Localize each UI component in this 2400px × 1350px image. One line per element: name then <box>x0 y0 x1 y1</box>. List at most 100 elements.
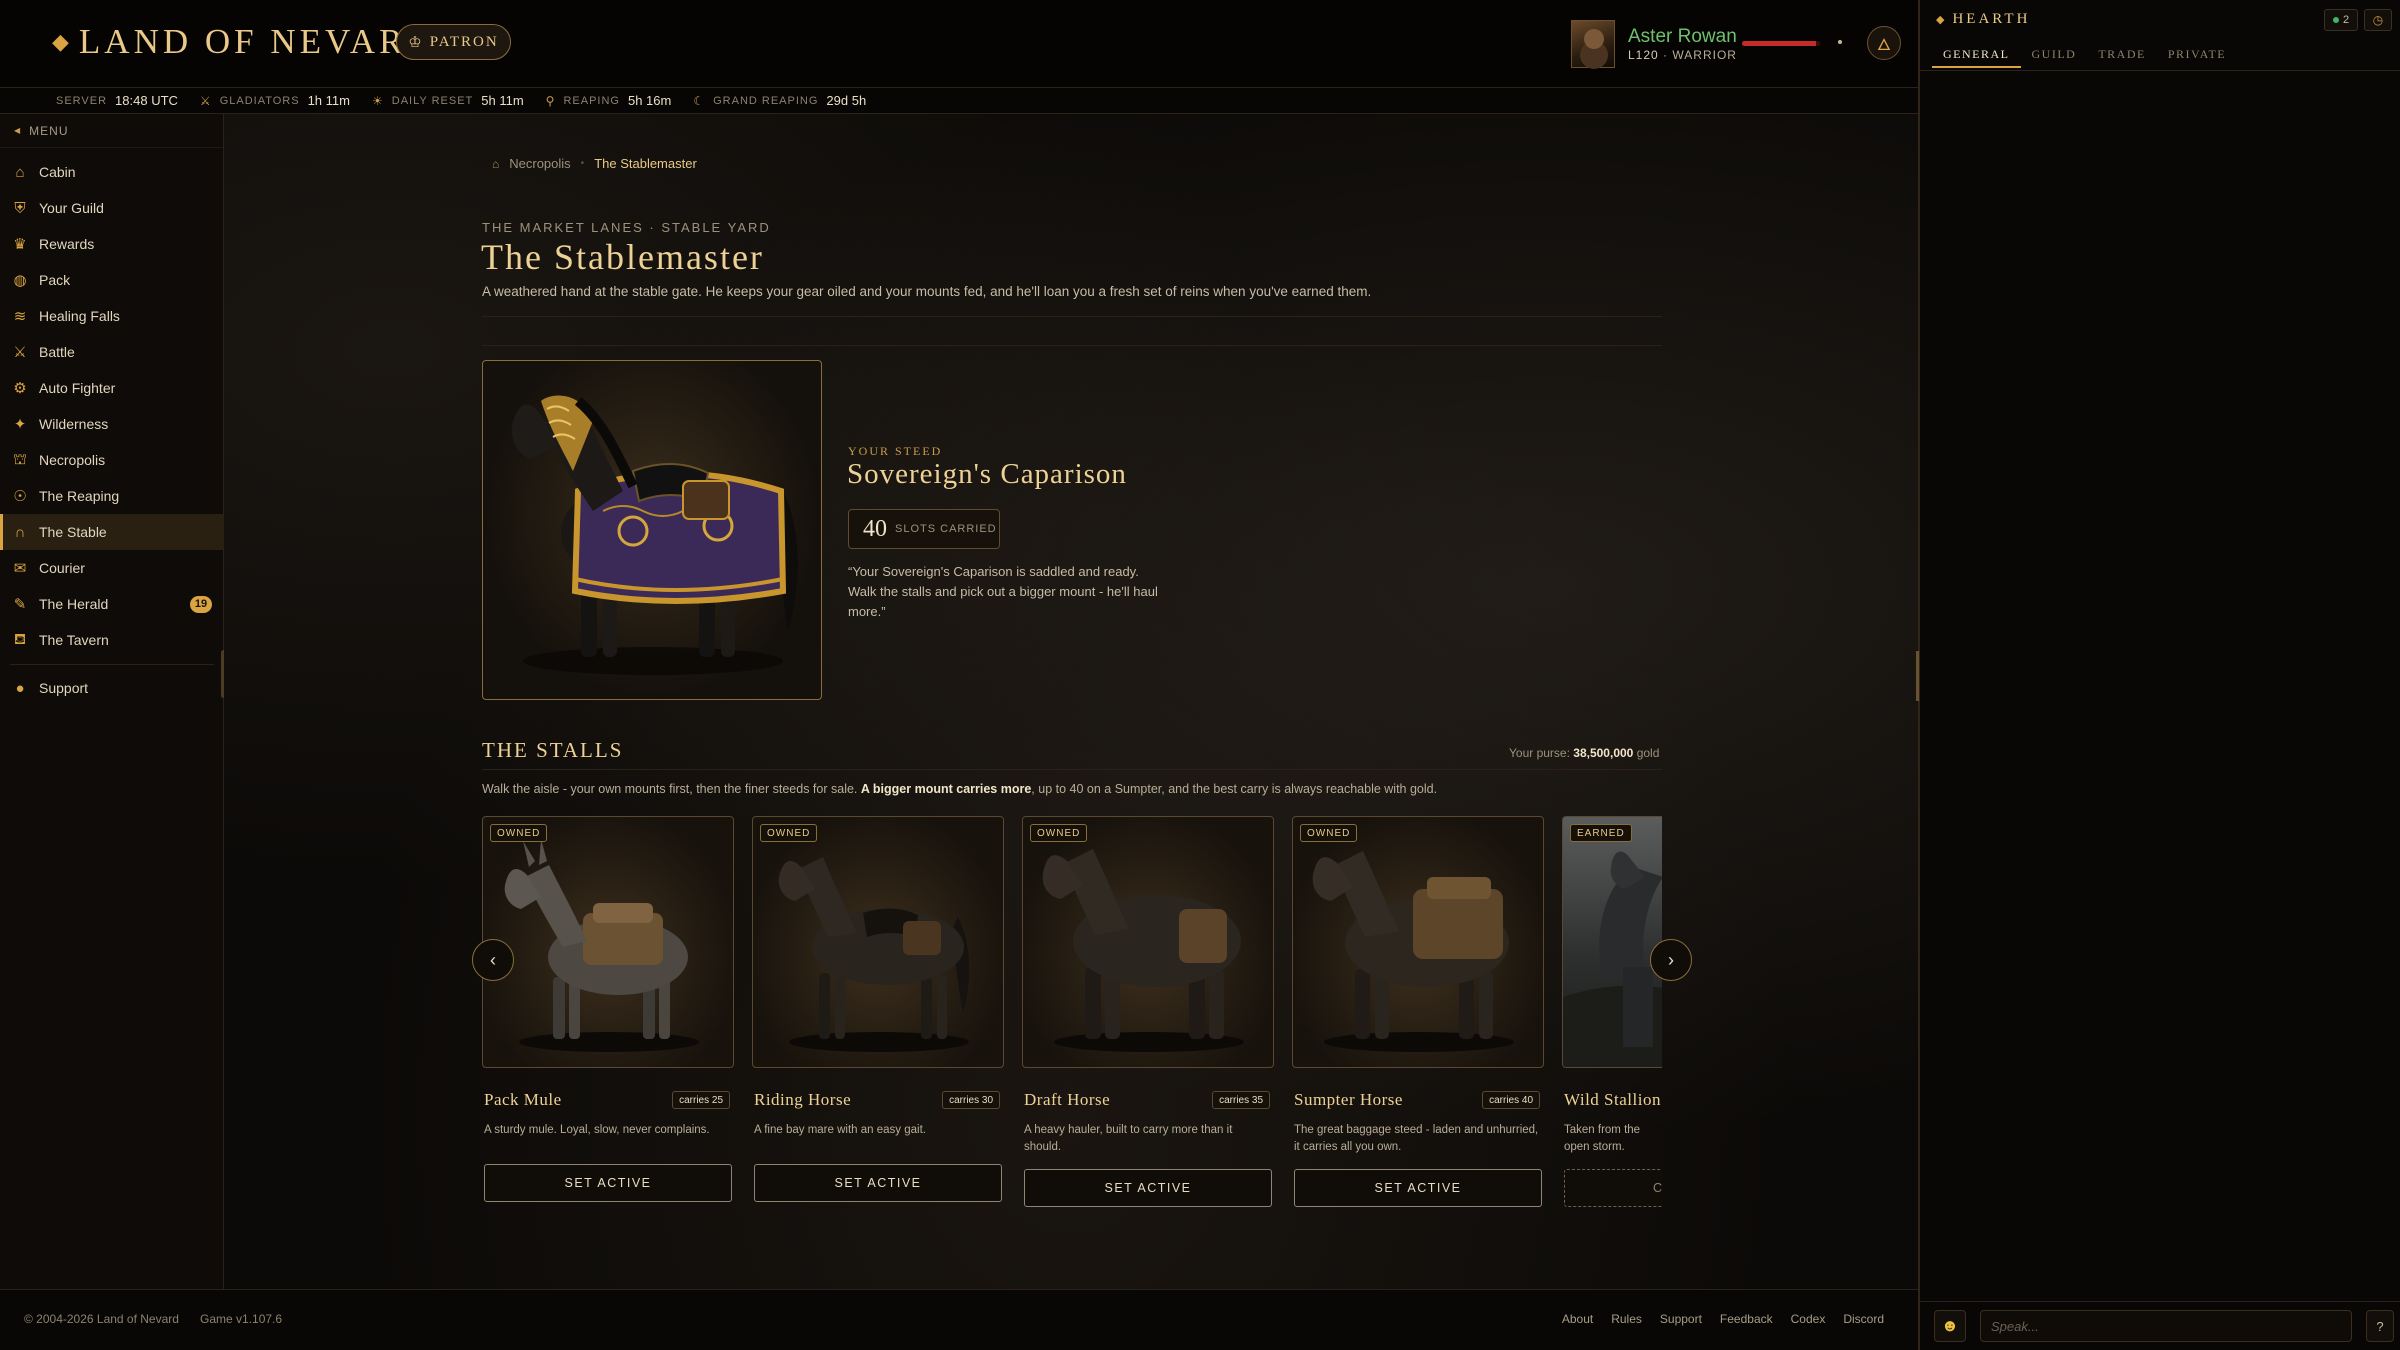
footer-link-support[interactable]: Support <box>1660 1312 1702 1326</box>
online-count-pill[interactable]: 2 <box>2324 9 2358 31</box>
player-class: WARRIOR <box>1672 48 1737 62</box>
stall-carry-badge: carries 30 <box>942 1091 1000 1109</box>
wild-stallion-image <box>1563 851 1662 1067</box>
tab-trade[interactable]: TRADE <box>2087 42 2157 68</box>
timer-grand-reaping: ☾ GRAND REAPING 29d 5h <box>693 93 866 108</box>
stall-card: EARNED Wild Stallion Taken from the open… <box>1562 814 1662 1214</box>
timer-value: 1h 11m <box>307 93 350 108</box>
sumpter-horse-image <box>1312 851 1514 1052</box>
set-active-button[interactable]: SET ACTIVE <box>1294 1169 1542 1207</box>
stall-description: A fine bay mare with an easy gait. <box>754 1124 926 1136</box>
patron-button[interactable]: ♔ PATRON <box>396 24 511 60</box>
stall-status-badge: OWNED <box>490 824 548 842</box>
sidebar-item-battle[interactable]: ⚔ Battle <box>0 334 224 370</box>
status-dot <box>1838 40 1842 44</box>
tab-private[interactable]: PRIVATE <box>2157 42 2237 68</box>
slots-carried-badge: 40 SLOTS CARRIED <box>848 509 1000 549</box>
sidebar-item-rewards[interactable]: ♛ Rewards <box>0 226 224 262</box>
sidebar-item-your-guild[interactable]: ⛨ Your Guild <box>0 190 224 226</box>
set-active-button[interactable]: SET ACTIVE <box>1024 1169 1272 1207</box>
player-avatar[interactable] <box>1571 20 1615 68</box>
divider <box>482 345 1662 346</box>
carousel-prev-button[interactable]: ‹ <box>472 939 514 981</box>
stall-card: OWNED Draft Horse carries 35 A heavy hau… <box>1022 814 1274 1214</box>
player-name[interactable]: Aster Rowan <box>1628 26 1737 48</box>
slots-count: 40 <box>863 515 887 542</box>
footer-link-about[interactable]: About <box>1562 1312 1593 1326</box>
sidebar-item-the-herald[interactable]: ✎ The Herald 19 <box>0 586 224 622</box>
chevron-left-icon: ‹ <box>490 949 496 970</box>
sidebar-item-cabin[interactable]: ⌂ Cabin <box>0 154 224 190</box>
stall-image <box>752 816 1004 1068</box>
set-active-button[interactable]: SET ACTIVE <box>754 1164 1002 1202</box>
stall-name: Draft Horse <box>1024 1090 1111 1109</box>
home-icon[interactable]: ⌂ <box>492 157 499 171</box>
logo-diamond-icon: ◆ <box>52 29 69 54</box>
stall-name: Sumpter Horse <box>1294 1090 1403 1109</box>
scythe-icon: ⚲ <box>545 93 556 108</box>
timer-value: 29d 5h <box>826 93 867 108</box>
footer-link-rules[interactable]: Rules <box>1611 1312 1642 1326</box>
stalls-desc-text: Walk the aisle - your own mounts first, … <box>482 782 861 796</box>
footer-link-feedback[interactable]: Feedback <box>1720 1312 1773 1326</box>
page-title: The Stablemaster <box>481 237 764 277</box>
stall-image <box>1562 816 1662 1068</box>
sidebar-item-label: The Reaping <box>39 488 120 504</box>
sidebar-item-auto-fighter[interactable]: ⚙ Auto Fighter <box>0 370 224 406</box>
clock-icon[interactable]: ◷ <box>2364 9 2392 31</box>
chat-input[interactable] <box>1980 1310 2352 1342</box>
breadcrumb-parent[interactable]: Necropolis <box>509 156 570 171</box>
stall-card: OWNED Riding Horse carries 30 A fine bay… <box>752 814 1004 1214</box>
sidebar-item-courier[interactable]: ✉ Courier <box>0 550 224 586</box>
stall-description: The great baggage steed - laden and unhu… <box>1294 1124 1539 1153</box>
timer-daily-reset: ☀ DAILY RESET 5h 11m <box>372 93 524 108</box>
sidebar-item-label: Healing Falls <box>39 308 120 324</box>
stall-card: OWNED Sumpter Horse carries 40 The great… <box>1292 814 1544 1214</box>
chat-input-bar: ☻ ? <box>1920 1301 2400 1350</box>
health-bar-fill <box>1742 41 1817 46</box>
claim-button[interactable]: C <box>1564 1169 1662 1207</box>
chat-panel: ◆ HEARTH GENERAL GUILD TRADE PRIVATE ☻ ? <box>1916 0 2400 1350</box>
game-logo[interactable]: ◆ LAND OF NEVARD <box>52 22 436 62</box>
gear-icon: ⚙ <box>13 380 27 397</box>
sidebar-item-healing-falls[interactable]: ≋ Healing Falls <box>0 298 224 334</box>
timer-gladiators: ⚔ GLADIATORS 1h 11m <box>200 93 350 108</box>
footer-link-codex[interactable]: Codex <box>1791 1312 1826 1326</box>
timer-label: DAILY RESET <box>391 94 474 107</box>
timer-value: 5h 16m <box>627 93 672 108</box>
page-eyebrow: THE MARKET LANES · STABLE YARD <box>482 220 771 235</box>
sidebar-item-the-tavern[interactable]: ⛾ The Tavern <box>0 622 224 658</box>
player-level: L120 <box>1628 48 1659 62</box>
sidebar-item-wilderness[interactable]: ✦ Wilderness <box>0 406 224 442</box>
menu-label: MENU <box>29 123 69 138</box>
stall-description: Taken from the open storm. <box>1564 1124 1641 1153</box>
sidebar-item-pack[interactable]: ◍ Pack <box>0 262 224 298</box>
tab-guild[interactable]: GUILD <box>2021 42 2088 68</box>
set-active-button[interactable]: SET ACTIVE <box>484 1164 732 1202</box>
stalls-title: THE STALLS <box>482 738 624 762</box>
chevron-right-icon: › <box>1668 949 1674 970</box>
menu-toggle[interactable]: ◀ MENU <box>0 114 223 148</box>
steed-quote: “Your Sovereign's Caparison is saddled a… <box>848 564 1158 619</box>
stalls-carousel: OWNED Pack Mule carries 25 A sturdy mule… <box>482 814 1662 1289</box>
sidebar-item-support[interactable]: ● Support <box>0 670 224 706</box>
sidebar-item-the-reaping[interactable]: ☉ The Reaping <box>0 478 224 514</box>
sidebar-item-label: The Stable <box>39 524 107 540</box>
slots-label: SLOTS CARRIED <box>895 523 997 535</box>
support-icon: ● <box>15 679 25 697</box>
stall-carry-badge: carries 35 <box>1212 1091 1270 1109</box>
emoji-icon[interactable]: ☻ <box>1934 1310 1966 1342</box>
footer-link-discord[interactable]: Discord <box>1843 1312 1884 1326</box>
compass-icon: ✦ <box>13 416 27 433</box>
help-button[interactable]: ? <box>2366 1310 2394 1342</box>
timer-label: GLADIATORS <box>219 94 300 107</box>
timer-label: SERVER <box>56 94 108 107</box>
tab-general[interactable]: GENERAL <box>1932 42 2021 68</box>
sidebar-item-the-stable[interactable]: ∩ The Stable <box>0 514 224 550</box>
flame-icon[interactable]: 🜂 <box>1867 26 1901 60</box>
sidebar-item-necropolis[interactable]: ⛫ Necropolis <box>0 442 224 478</box>
stall-image <box>1022 816 1274 1068</box>
chat-collapse-handle[interactable] <box>1916 651 1919 701</box>
purse-label: Your purse: <box>1509 746 1570 760</box>
carousel-next-button[interactable]: › <box>1650 939 1692 981</box>
